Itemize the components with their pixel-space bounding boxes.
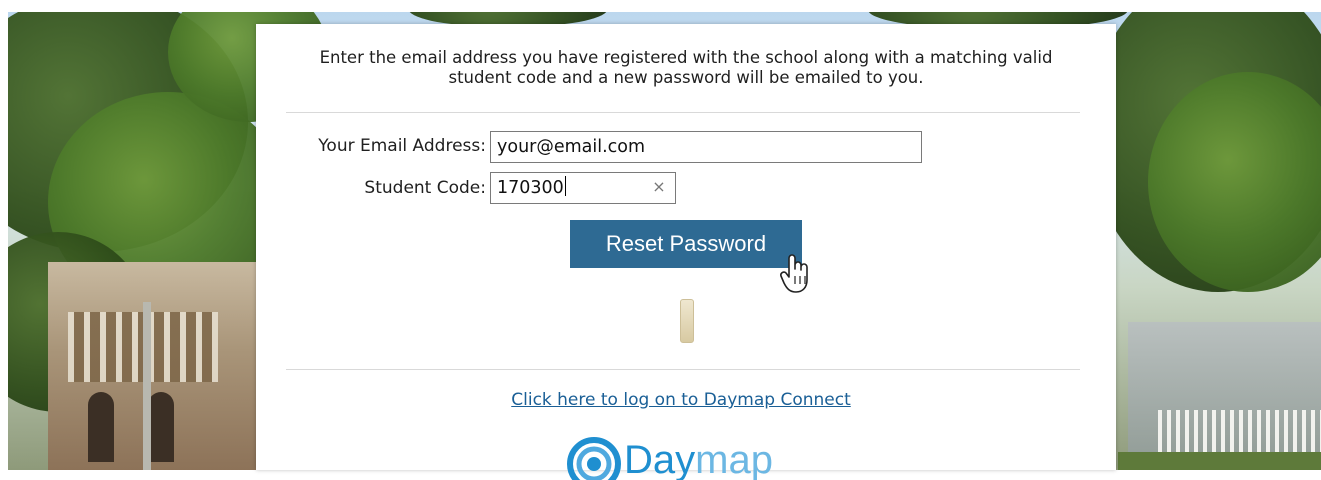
divider	[286, 112, 1080, 113]
instructions-text: Enter the email address you have registe…	[319, 48, 1053, 87]
daymap-logo-icon	[567, 437, 621, 480]
daymap-logo: Daymap	[566, 434, 826, 480]
hand-cursor-icon	[780, 254, 808, 293]
loading-indicator	[680, 299, 694, 343]
email-label: Your Email Address:	[318, 136, 486, 156]
student-code-label: Student Code:	[364, 178, 486, 198]
divider	[286, 369, 1080, 370]
reset-password-button[interactable]: Reset Password	[570, 220, 802, 268]
email-field[interactable]: your@email.com	[490, 131, 922, 163]
daymap-logo-text: Daymap	[624, 438, 773, 480]
student-code-value: 170300	[497, 178, 564, 198]
text-cursor	[564, 176, 566, 196]
daymap-connect-link[interactable]: Click here to log on to Daymap Connect	[256, 390, 1106, 410]
reset-password-panel: Enter the email address you have registe…	[256, 24, 1116, 480]
clear-icon[interactable]: ×	[648, 172, 670, 204]
